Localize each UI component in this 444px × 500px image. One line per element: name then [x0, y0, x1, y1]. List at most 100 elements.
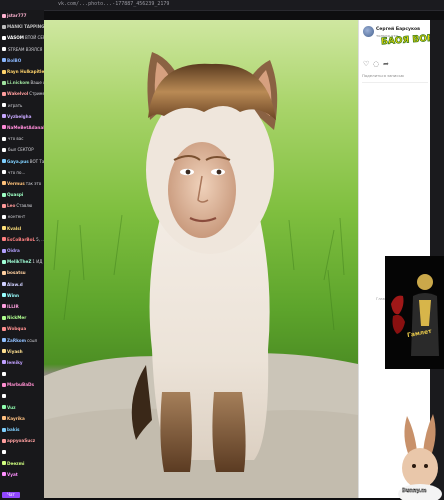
- chat-username[interactable]: Li.nickom: [7, 80, 30, 85]
- chat-text: ВТОЙ СЕРВАК: [24, 35, 44, 41]
- chat-username[interactable]: VASOM: [7, 35, 24, 40]
- share-icon[interactable]: ➦: [383, 60, 389, 68]
- chat-username[interactable]: bakis: [7, 427, 20, 432]
- chat-badge-icon: [2, 91, 6, 96]
- chat-badge-icon: [2, 282, 6, 287]
- chat-username[interactable]: Oidra: [7, 248, 20, 253]
- chat-badge-icon: [2, 147, 6, 152]
- chat-username[interactable]: Quaspi: [7, 192, 23, 197]
- photo-viewer[interactable]: [44, 20, 358, 498]
- chat-message: [0, 390, 44, 401]
- chat-username[interactable]: Alaw.d: [7, 282, 23, 287]
- chat-message: lemiky: [0, 357, 44, 368]
- chat-message: MelikTheZ 1 ИД: [0, 256, 44, 267]
- chat-text: ссыл: [27, 337, 38, 343]
- chat-message: Winn: [0, 290, 44, 301]
- chat-badge-icon: [2, 461, 6, 466]
- chat-badge-icon: [2, 259, 6, 264]
- chat-text: был СЕКТОР: [8, 147, 34, 153]
- chat-username[interactable]: MANKI TAPPINGS: [7, 24, 44, 29]
- chat-username[interactable]: BolBO: [7, 58, 21, 63]
- chat-message: Oidra: [0, 245, 44, 256]
- chat-username[interactable]: NaMeBetAdanaPsi: [7, 125, 44, 130]
- chat-badge-icon: [2, 315, 6, 320]
- chat-badge-icon: [2, 58, 6, 63]
- chat-badge-icon: [2, 24, 6, 29]
- chat-badge-icon: [2, 170, 6, 175]
- chat-username[interactable]: NickMer: [7, 315, 26, 320]
- chat-username[interactable]: Kvalsl: [7, 226, 21, 231]
- chat-message: Wobqua: [0, 323, 44, 334]
- chat-badge-icon: [2, 226, 6, 231]
- chat-message: Rayn HulkapitlerLoL 7: [0, 66, 44, 77]
- chat-message: Gaya.pusВОТ Так: [0, 155, 44, 166]
- chat-username[interactable]: ZaRkom: [7, 338, 26, 343]
- chat-message: Vyzbelgha: [0, 111, 44, 122]
- chat-badge-icon: [2, 13, 6, 18]
- chat-message: MANKI TAPPINGS: [0, 21, 44, 32]
- chat-badge-icon: [2, 304, 6, 309]
- chat-badge-icon: [2, 393, 6, 398]
- stream-chat: jstar777 MANKI TAPPINGS VASOMВТОЙ СЕРВАК ST…: [0, 10, 44, 500]
- post-author[interactable]: Сергей Барсуков: [376, 27, 420, 32]
- chat-message: играть: [0, 100, 44, 111]
- chat-username[interactable]: Vuz: [7, 405, 16, 410]
- chat-message: NaMeBetAdanaPsiДЕКЛАРАЦИЯ: [0, 122, 44, 133]
- chat-username[interactable]: Wakelvol: [7, 91, 28, 96]
- chat-text: STREAM ВЗЯЛСЯ: [8, 46, 43, 52]
- chat-badge-icon: [2, 103, 6, 108]
- sticker-label: Bunny.m: [402, 488, 427, 494]
- chat-message: bakis: [0, 424, 44, 435]
- chat-text: так это: [25, 180, 42, 186]
- heart-icon[interactable]: ♡: [363, 60, 369, 68]
- chat-badge-icon: [2, 416, 6, 421]
- chat-text: контент: [8, 214, 26, 220]
- chat-username[interactable]: MelikTheZ: [7, 259, 31, 264]
- chat-username[interactable]: Kayrika: [7, 416, 25, 421]
- chat-username[interactable]: Viyash: [7, 349, 23, 354]
- chat-badge-icon: [2, 438, 6, 443]
- chat-username[interactable]: EsCoBarBoL: [7, 237, 35, 242]
- chat-message: MarbuBaDs: [0, 379, 44, 390]
- chat-message: jstar777: [0, 10, 44, 21]
- chat-username[interactable]: ILLIR: [7, 304, 19, 309]
- chat-badge-icon: [2, 136, 6, 141]
- chat-badge-icon: [2, 35, 6, 40]
- chat-message: Quaspi: [0, 189, 44, 200]
- ad-thumbnail[interactable]: Гамлет: [385, 256, 444, 369]
- browser-address-bar[interactable]: vk.com/...photo...-177887_456239_2179: [0, 0, 444, 11]
- chat-text: что по...: [8, 169, 26, 175]
- chat-message: STREAM ВЗЯЛСЯ: [0, 44, 44, 55]
- chat-username[interactable]: Leo: [7, 203, 15, 208]
- chat-text: 5, ...: [36, 236, 44, 242]
- chat-badge-icon: [2, 270, 6, 275]
- chat-message: Alaw.d: [0, 279, 44, 290]
- chat-username[interactable]: Rayn Hulkapitler: [7, 69, 44, 74]
- chat-username[interactable]: Vyzbelgha: [7, 114, 32, 119]
- chat-username[interactable]: Deezmi: [7, 461, 24, 466]
- chat-message: был СЕКТОР: [0, 144, 44, 155]
- chat-message: Vyat: [0, 469, 44, 480]
- chat-username[interactable]: Wobqua: [7, 326, 26, 331]
- url-text[interactable]: vk.com/...photo...-177887_456239_2179: [58, 1, 169, 7]
- chat-username[interactable]: Gaya.pus: [7, 159, 29, 164]
- avatar[interactable]: [363, 26, 374, 37]
- chat-badge-icon: [2, 371, 6, 376]
- chat-badge-icon: [2, 405, 6, 410]
- chat-username[interactable]: jstar777: [7, 13, 27, 18]
- chat-username[interactable]: MarbuBaDs: [7, 382, 34, 387]
- chat-username[interactable]: Vermus: [7, 181, 25, 186]
- chat-message: ILLIR: [0, 301, 44, 312]
- chat-username[interactable]: Winn: [7, 293, 19, 298]
- chat-username[interactable]: Vyat: [7, 472, 18, 477]
- post-meta[interactable]: Поделиться записью: [362, 73, 404, 78]
- chat-username[interactable]: lemiky: [7, 360, 23, 365]
- chat-username[interactable]: appyoaSucz: [7, 438, 35, 443]
- chat-send-button[interactable]: Чат: [2, 492, 20, 498]
- ad-figure-image: [385, 256, 444, 369]
- chat-message: EsCoBarBoL5, ...: [0, 234, 44, 245]
- chat-username[interactable]: bosatsu: [7, 270, 26, 275]
- chat-message: Deezmi: [0, 458, 44, 469]
- comment-icon[interactable]: ◌: [373, 60, 379, 68]
- chat-badge-icon: [2, 338, 6, 343]
